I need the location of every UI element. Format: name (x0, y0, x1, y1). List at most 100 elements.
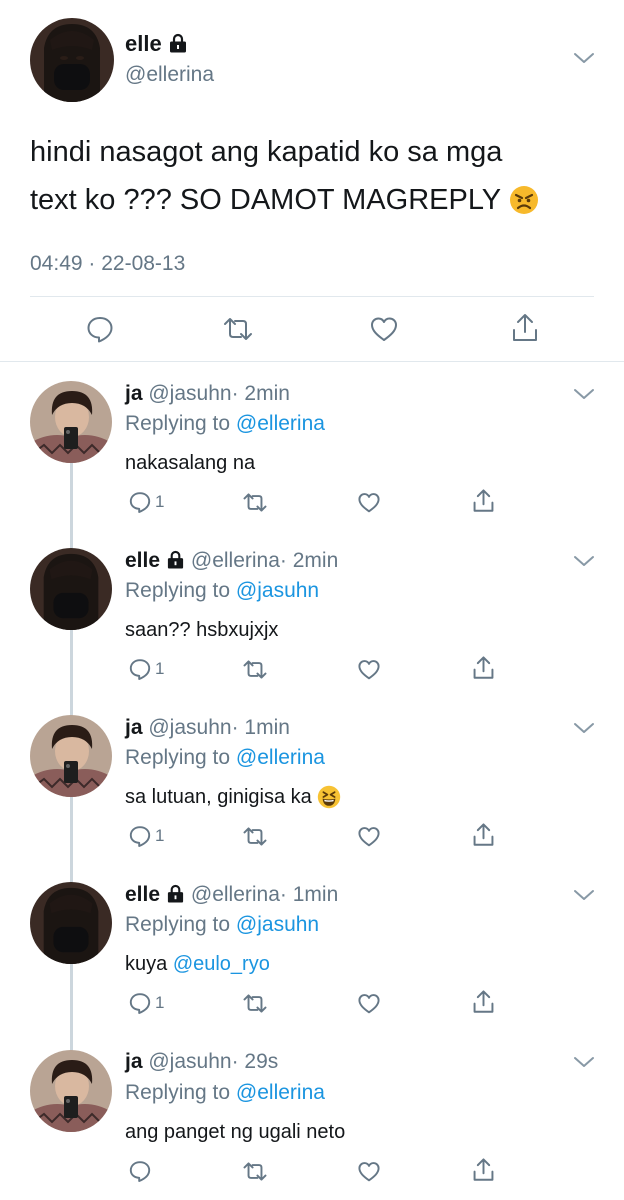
reply-button[interactable]: 1 (128, 991, 164, 1015)
heart-icon (357, 1160, 381, 1183)
share-icon (472, 1157, 495, 1183)
replying-to-label: Replying to (125, 1081, 231, 1104)
retweet-icon (242, 659, 268, 680)
chevron-down-icon[interactable] (572, 553, 596, 569)
avatar[interactable] (30, 1050, 112, 1132)
handle[interactable]: @jasuhn (148, 716, 231, 739)
lock-icon (166, 884, 185, 910)
retweet-icon (242, 826, 268, 847)
avatar[interactable] (30, 381, 112, 463)
reply-icon (128, 824, 152, 848)
mention-link[interactable]: @ellerina (236, 1081, 325, 1104)
share-button[interactable] (472, 1157, 495, 1183)
chevron-down-icon[interactable] (572, 720, 596, 736)
timestamp[interactable]: · 1min (232, 716, 290, 739)
share-icon (472, 488, 495, 514)
share-button[interactable] (472, 655, 495, 681)
reply-icon (85, 314, 115, 344)
tweet-text: nakasalang na (125, 452, 256, 474)
handle[interactable]: @ellerina (125, 62, 214, 88)
lock-icon (168, 32, 188, 60)
reply-icon (128, 991, 152, 1015)
reply-button[interactable]: 1 (128, 490, 164, 514)
avatar[interactable] (30, 548, 112, 630)
display-name[interactable]: ja (125, 716, 143, 739)
angry-face-emoji (509, 182, 539, 230)
display-name[interactable]: elle (125, 549, 160, 572)
handle[interactable]: @ellerina (191, 549, 280, 572)
mention-link[interactable]: @ellerina (236, 412, 325, 435)
timestamp[interactable]: · 29s (232, 1050, 279, 1073)
tweet-text: hindi nasagot ang kapatid ko sa mga text… (30, 128, 600, 230)
retweet-button[interactable] (222, 316, 254, 342)
reply-icon (128, 1159, 152, 1183)
avatar[interactable] (30, 715, 112, 797)
reply-count: 1 (155, 659, 165, 678)
tweet-text: kuya (125, 953, 168, 975)
tweet-text-line: hindi nasagot ang kapatid ko sa mga (30, 136, 503, 168)
tweet-text: saan?? hsbxujxjx (125, 619, 279, 641)
mention-link[interactable]: @eulo_ryo (173, 953, 270, 975)
like-button[interactable] (357, 491, 381, 514)
share-button[interactable] (472, 488, 495, 514)
grinning-squinting-face-emoji (317, 785, 341, 816)
like-button[interactable] (357, 992, 381, 1015)
like-button[interactable] (357, 825, 381, 848)
reply-button[interactable]: 1 (128, 657, 164, 681)
timestamp[interactable]: · 2min (232, 382, 290, 405)
retweet-icon (222, 316, 254, 342)
mention-link[interactable]: @ellerina (236, 746, 325, 769)
share-icon (511, 312, 539, 344)
reply-count: 1 (155, 826, 165, 845)
divider (30, 296, 594, 297)
reply-button[interactable] (85, 314, 115, 344)
handle[interactable]: @ellerina (191, 883, 280, 906)
heart-icon (357, 825, 381, 848)
share-icon (472, 655, 495, 681)
tweet-text: ang panget ng ugali neto (125, 1121, 346, 1143)
retweet-icon (242, 993, 268, 1014)
reply-icon (128, 657, 152, 681)
chevron-down-icon[interactable] (572, 386, 596, 402)
chevron-down-icon[interactable] (572, 50, 596, 66)
retweet-button[interactable] (242, 1161, 268, 1182)
mention-link[interactable]: @jasuhn (236, 913, 319, 936)
replying-to-label: Replying to (125, 746, 231, 769)
like-button[interactable] (357, 1160, 381, 1183)
display-name[interactable]: ja (125, 1050, 143, 1073)
tweet-text-line: text ko ??? SO DAMOT MAGREPLY (30, 184, 501, 216)
retweet-button[interactable] (242, 492, 268, 513)
retweet-button[interactable] (242, 826, 268, 847)
handle[interactable]: @jasuhn (148, 1050, 231, 1073)
timestamp[interactable]: 04:49 · 22-08-13 (30, 251, 185, 277)
timestamp[interactable]: · 2min (280, 549, 338, 572)
share-icon (472, 822, 495, 848)
reply-button[interactable]: 1 (128, 824, 164, 848)
chevron-down-icon[interactable] (572, 887, 596, 903)
tweet-text: sa lutuan, ginigisa ka (125, 786, 312, 808)
timestamp[interactable]: · 1min (280, 883, 338, 906)
reply-button[interactable] (128, 1159, 155, 1183)
like-button[interactable] (369, 315, 399, 343)
mention-link[interactable]: @jasuhn (236, 579, 319, 602)
display-name[interactable]: ja (125, 382, 143, 405)
retweet-icon (242, 492, 268, 513)
display-name[interactable]: elle (125, 31, 162, 56)
share-button[interactable] (472, 822, 495, 848)
handle[interactable]: @jasuhn (148, 382, 231, 405)
heart-icon (357, 491, 381, 514)
share-button[interactable] (472, 989, 495, 1015)
heart-icon (357, 992, 381, 1015)
like-button[interactable] (357, 658, 381, 681)
display-name[interactable]: elle (125, 883, 160, 906)
replying-to-label: Replying to (125, 579, 231, 602)
divider (0, 361, 624, 362)
retweet-button[interactable] (242, 993, 268, 1014)
reply-count: 1 (155, 993, 165, 1012)
avatar[interactable] (30, 18, 114, 102)
share-button[interactable] (511, 312, 539, 344)
retweet-button[interactable] (242, 659, 268, 680)
reply-count: 1 (155, 492, 165, 511)
chevron-down-icon[interactable] (572, 1054, 596, 1070)
avatar[interactable] (30, 882, 112, 964)
